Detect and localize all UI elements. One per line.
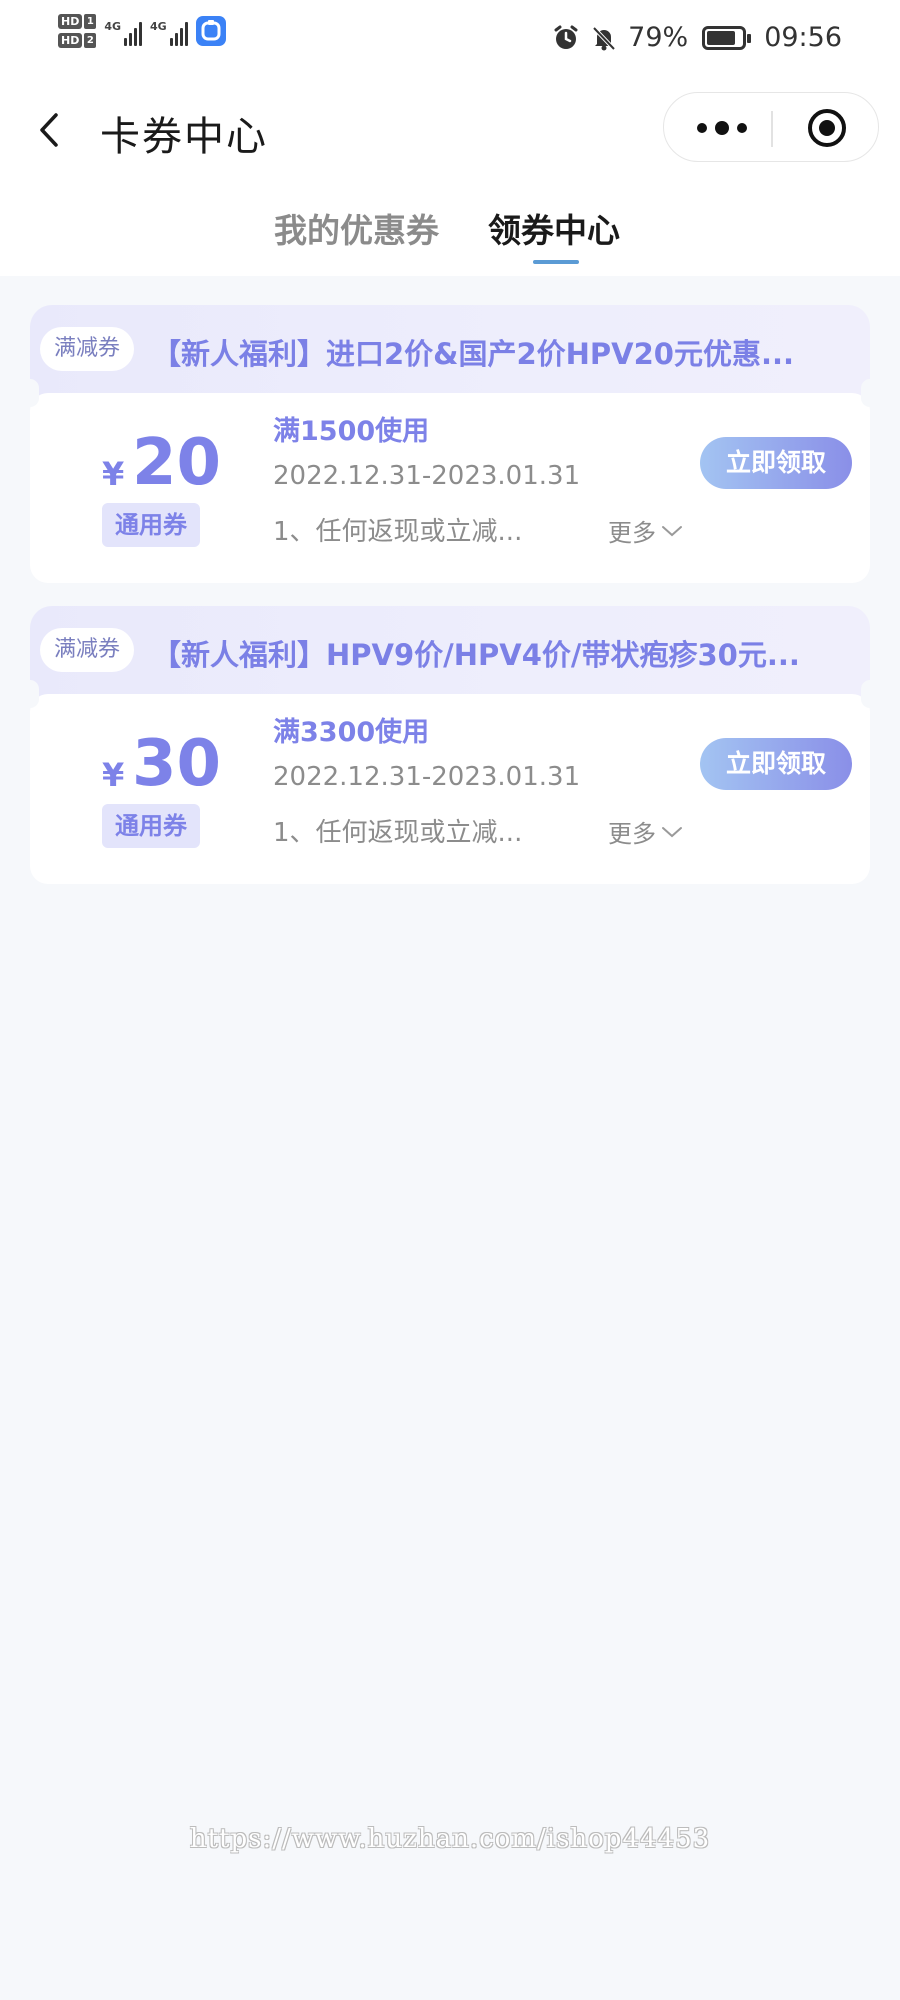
chevron-left-icon[interactable] [30, 105, 70, 155]
status-right: 79% 09:56 [552, 22, 842, 53]
claim-button[interactable]: 立即领取 [700, 437, 852, 489]
network-type-2: 4G [150, 20, 167, 33]
signal-icon-sim2: 4G [150, 16, 188, 46]
more-link[interactable]: 更多 [608, 513, 684, 548]
coupon-card: 满减券 【新人福利】进口2价&国产2价HPV20元优惠... ¥ 20 通用券 … [21, 305, 879, 585]
network-type-1: 4G [104, 20, 122, 33]
chevron-down-icon [662, 826, 682, 837]
signal-bars-2 [169, 20, 188, 46]
watermark: https://www.huzhan.com/ishop44453 [189, 1824, 711, 1854]
battery-percent: 79% [628, 22, 689, 53]
capsule-divider [771, 111, 773, 147]
hd-sim2: HD 2 [58, 33, 97, 48]
coupon-validity: 2022.12.31-2023.01.31 [273, 461, 581, 491]
hd-tag-2: HD [58, 33, 83, 48]
active-tab-indicator [533, 260, 579, 264]
battery-icon [702, 25, 752, 50]
clock-time: 09:56 [764, 22, 842, 53]
coupon-card: 满减券 【新人福利】HPV9价/HPV4价/带状疱疹30元... ¥ 30 通用… [21, 606, 879, 886]
bell-off-icon [592, 26, 616, 50]
tab-coupon-center[interactable]: 领券中心 [488, 204, 620, 252]
coupon-title: 【新人福利】进口2价&国产2价HPV20元优惠... [152, 337, 795, 371]
chevron-down-icon [662, 525, 682, 536]
coupon-threshold: 满3300使用 [273, 717, 430, 748]
hd-indicators: HD 1 HD 2 [58, 14, 97, 48]
signal-bars-1 [124, 20, 143, 46]
coupon-body-content: ¥ 20 通用券 满1500使用 2022.12.31-2023.01.31 1… [30, 393, 870, 583]
nav-bar: 卡券中心 [0, 80, 900, 180]
coupon-type-tag: 满减券 [40, 628, 135, 672]
hd-num-1: 1 [84, 14, 97, 29]
mini-program-capsule [663, 92, 879, 162]
currency-symbol: ¥ [102, 756, 125, 794]
hd-tag-1: HD [58, 14, 83, 29]
status-bar: HD 1 HD 2 4G 4G 79% 09:56 [0, 0, 900, 80]
coupon-rule: 1、任何返现或立减... [273, 818, 523, 848]
coupon-rule: 1、任何返现或立减... [273, 517, 523, 547]
coupon-scope-tag: 通用券 [102, 503, 200, 547]
coupon-amount: 20 [132, 426, 222, 500]
tab-bar: 我的优惠券 领券中心 [0, 180, 900, 276]
coupon-threshold: 满1500使用 [273, 416, 430, 447]
hd-sim1: HD 1 [58, 14, 97, 29]
claim-button[interactable]: 立即领取 [700, 738, 852, 790]
page-title: 卡券中心 [100, 114, 268, 160]
target-circle-icon[interactable] [806, 107, 848, 149]
more-dots-icon[interactable] [694, 115, 750, 141]
status-left: HD 1 HD 2 4G 4G [58, 14, 226, 48]
more-label: 更多 [608, 519, 656, 547]
coupon-amount: 30 [132, 727, 222, 801]
coupon-type-tag: 满减券 [40, 327, 135, 371]
coupon-scope-tag: 通用券 [102, 804, 200, 848]
currency-symbol: ¥ [102, 455, 125, 493]
shield-icon [195, 16, 226, 46]
more-link[interactable]: 更多 [608, 814, 684, 849]
tab-my-coupons[interactable]: 我的优惠券 [274, 204, 439, 252]
coupon-body-content: ¥ 30 通用券 满3300使用 2022.12.31-2023.01.31 1… [30, 694, 870, 884]
coupon-title: 【新人福利】HPV9价/HPV4价/带状疱疹30元... [152, 638, 800, 672]
coupon-validity: 2022.12.31-2023.01.31 [273, 762, 581, 792]
hd-num-2: 2 [84, 33, 97, 48]
more-label: 更多 [608, 820, 656, 848]
signal-icon-sim1: 4G [104, 16, 143, 46]
alarm-icon [554, 25, 578, 49]
